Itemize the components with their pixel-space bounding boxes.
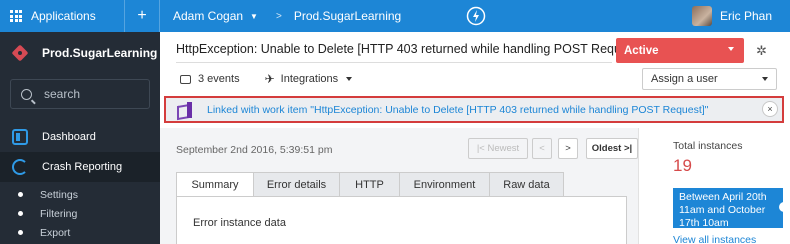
app-label: Prod.SugarLearning (293, 9, 402, 23)
user-name: Eric Phan (720, 9, 773, 23)
issue-meta: 3 events ✈ Integrations (180, 72, 353, 86)
main-content: HttpException: Unable to Delete [HTTP 40… (160, 32, 790, 244)
plus-icon: + (137, 7, 147, 24)
applications-menu[interactable]: Applications (0, 0, 124, 32)
search-icon (21, 88, 32, 100)
panel-title: Error instance data (193, 217, 286, 229)
view-all-instances-link[interactable]: View all instances (673, 234, 756, 244)
issue-title: HttpException: Unable to Delete [HTTP 40… (176, 42, 632, 56)
sidebar-item-crash-reporting[interactable]: Crash Reporting (0, 152, 160, 182)
status-dropdown[interactable]: Active (616, 38, 744, 63)
bolt-button[interactable] (466, 0, 486, 32)
work-item-banner: Linked with work item "HttpException: Un… (164, 96, 784, 123)
tab-error-details[interactable]: Error details (254, 172, 340, 197)
sidebar-item-label: Crash Reporting (42, 161, 123, 173)
instance-date: September 2nd 2016, 5:39:51 pm (176, 144, 333, 156)
tab-panel: Error instance data (176, 196, 627, 244)
date-range-text: Between April 20th 11am and October 17th… (679, 191, 767, 229)
bullet-icon (18, 230, 23, 235)
total-instances-count: 19 (673, 156, 692, 175)
sidebar-subitem-label: Filtering (40, 207, 78, 220)
dashboard-icon (12, 129, 28, 145)
divider (176, 62, 612, 63)
add-button[interactable]: + (125, 0, 159, 32)
stats-panel: Total instances 19 Between April 20th 11… (638, 128, 790, 244)
next-button[interactable]: > (558, 138, 578, 159)
sidebar-subitem-settings[interactable]: Settings (0, 185, 160, 204)
org-selector[interactable]: Adam Cogan ▼ (160, 0, 258, 32)
grid-icon (10, 10, 22, 22)
sidebar-subitem-filtering[interactable]: Filtering (0, 204, 160, 223)
instance-panel: September 2nd 2016, 5:39:51 pm |< Newest… (160, 128, 638, 244)
assign-placeholder: Assign a user (651, 73, 718, 85)
date-range-selector[interactable]: Between April 20th 11am and October 17th… (673, 188, 789, 229)
visual-studio-icon (177, 101, 193, 118)
search-placeholder: search (44, 87, 81, 101)
tab-http[interactable]: HTTP (340, 172, 400, 197)
gear-icon[interactable]: ✲ (756, 43, 767, 59)
sidebar-item-label: Dashboard (42, 131, 96, 143)
app-logo-icon (12, 45, 28, 61)
avatar (692, 6, 712, 26)
breadcrumb-app[interactable]: Prod.SugarLearning (294, 0, 401, 32)
search-input[interactable]: search (10, 79, 150, 109)
work-item-link[interactable]: Linked with work item "HttpException: Un… (207, 104, 708, 116)
chevron-right-icon: > (275, 10, 282, 22)
plug-icon: ✈ (264, 72, 275, 86)
top-bar: Applications + Adam Cogan ▼ > Prod.Sugar… (0, 0, 790, 32)
applications-label: Applications (31, 9, 96, 23)
sidebar-app[interactable]: Prod.SugarLearning (0, 32, 160, 74)
integrations-button[interactable]: Integrations (281, 73, 338, 85)
previous-button[interactable]: < (532, 138, 552, 159)
newest-button[interactable]: |< Newest (468, 138, 528, 159)
total-instances-label: Total instances (673, 140, 743, 152)
sidebar-app-name: Prod.SugarLearning (42, 46, 158, 60)
chevron-down-icon (728, 47, 734, 51)
sidebar: Prod.SugarLearning search Dashboard Cras… (0, 32, 160, 244)
assign-user-select[interactable]: Assign a user (642, 68, 777, 90)
tab-summary[interactable]: Summary (176, 172, 254, 197)
events-count[interactable]: 3 events (198, 73, 240, 85)
tab-environment[interactable]: Environment (400, 172, 490, 197)
crash-reporting-icon (12, 159, 28, 175)
chevron-down-icon (346, 77, 353, 81)
sidebar-subitem-export[interactable]: Export (0, 223, 160, 242)
tab-raw-data[interactable]: Raw data (490, 172, 564, 197)
close-icon[interactable]: × (762, 101, 778, 117)
chevron-down-icon: ▼ (250, 11, 258, 21)
org-label: Adam Cogan (173, 9, 244, 23)
breadcrumb-separator: > (276, 0, 282, 32)
chevron-down-icon (762, 77, 768, 81)
oldest-button[interactable]: Oldest >| (586, 138, 638, 159)
status-label: Active (624, 44, 659, 57)
sidebar-subitem-label: Settings (40, 188, 78, 201)
bolt-icon (466, 6, 486, 26)
bullet-icon (18, 192, 23, 197)
slider-handle[interactable] (779, 202, 789, 212)
user-menu[interactable]: Eric Phan (692, 0, 772, 32)
comment-icon (180, 74, 191, 84)
sidebar-item-dashboard[interactable]: Dashboard (0, 122, 160, 152)
bullet-icon (18, 211, 23, 216)
tab-bar: Summary Error details HTTP Environment R… (176, 172, 564, 197)
sidebar-subitem-label: Export (40, 226, 71, 239)
